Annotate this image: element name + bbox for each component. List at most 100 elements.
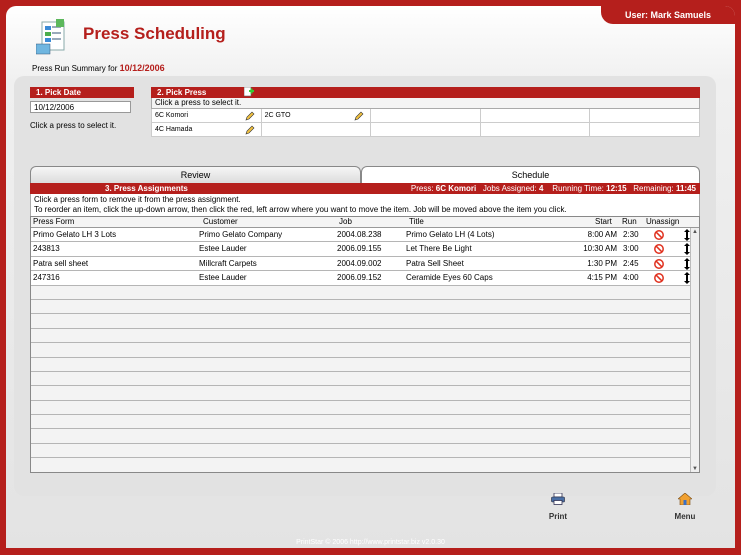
empty-table-row[interactable]: [31, 415, 699, 430]
cell-job: 2006.09.155: [337, 244, 382, 254]
empty-table-row[interactable]: [31, 299, 699, 315]
footer-copyright: PrintStar © 2006 http://www.printstar.bi…: [296, 539, 445, 546]
date-input[interactable]: [30, 101, 131, 113]
cell-start: 1:30 PM: [587, 258, 617, 268]
col-job[interactable]: Job: [339, 217, 352, 227]
cell-start: 4:15 PM: [587, 273, 617, 283]
cell-run: 2:30: [623, 230, 639, 239]
printer-icon: [551, 493, 565, 505]
print-button[interactable]: Print: [543, 493, 573, 521]
table-header: Press Form Customer Job Title Start Run …: [31, 217, 699, 228]
cell-press-form: 243813: [33, 244, 60, 254]
press-cell-6c-komori[interactable]: 6C Komori: [152, 109, 262, 123]
press-name: 2C GTO: [264, 112, 291, 119]
assignments-stats: Press: 6C Komori Jobs Assigned: 4 Runnin…: [411, 183, 696, 194]
cell-job: 2004.09.002: [337, 258, 382, 268]
empty-table-row[interactable]: [31, 429, 699, 444]
cell-press-form: Patra sell sheet: [33, 258, 89, 268]
empty-table-row[interactable]: [31, 328, 699, 344]
press-cell-empty: [480, 109, 591, 123]
summary-label: Press Run Summary for: [32, 64, 118, 73]
col-title[interactable]: Title: [409, 217, 424, 227]
view-tabs: Review Schedule: [30, 166, 700, 183]
press-cell-empty: [371, 123, 481, 137]
cell-job: 2006.09.152: [337, 273, 382, 283]
empty-rows: [31, 285, 699, 472]
pick-press-section: 2. Pick Press Click a press to select it…: [151, 87, 700, 137]
cell-job: 2004.08.238: [337, 230, 382, 239]
running-stat-label: Running Time:: [552, 184, 604, 193]
pick-press-heading: 2. Pick Press: [151, 87, 700, 98]
user-label: User: Mark Samuels: [601, 6, 735, 24]
summary-date: 10/12/2006: [119, 63, 165, 73]
cell-press-form: 247316: [33, 273, 60, 283]
cell-title: Ceramide Eyes 60 Caps: [406, 273, 493, 283]
cell-customer: Estee Lauder: [199, 244, 247, 254]
cell-customer: Millcraft Carpets: [199, 258, 257, 268]
press-cell-2c-gto[interactable]: 2C GTO: [261, 109, 372, 123]
scroll-up-icon[interactable]: ▲: [691, 228, 699, 236]
table-row[interactable]: Patra sell sheet Millcraft Carpets 2004.…: [31, 257, 699, 272]
assignments-heading: 3. Press Assignments: [105, 184, 188, 193]
press-name: 4C Hamada: [155, 126, 193, 133]
cell-customer: Primo Gelato Company: [199, 230, 283, 239]
col-customer[interactable]: Customer: [203, 217, 238, 227]
table-scrollbar[interactable]: ▲ ▼: [690, 228, 699, 472]
empty-table-row[interactable]: [31, 458, 699, 472]
jobs-stat-label: Jobs Assigned:: [482, 184, 537, 193]
jobs-stat-value: 4: [538, 184, 544, 193]
col-unassign: Unassign: [646, 217, 680, 226]
app-logo-icon: [36, 19, 65, 55]
col-press-form[interactable]: Press Form: [33, 217, 74, 227]
cell-customer: Estee Lauder: [199, 273, 247, 283]
empty-table-row[interactable]: [31, 371, 699, 387]
run-summary: Press Run Summary for 10/12/2006: [32, 63, 165, 73]
empty-table-row[interactable]: [31, 285, 699, 300]
cell-run: 3:00: [623, 244, 639, 254]
remaining-stat-label: Remaining:: [633, 184, 674, 193]
tab-review[interactable]: Review: [30, 166, 361, 183]
instruction-line: Click a press form to remove it from the…: [34, 195, 241, 204]
cell-run: 4:00: [623, 273, 639, 283]
cell-title: Let There Be Light: [406, 244, 472, 254]
cell-run: 2:45: [623, 258, 639, 268]
cell-start: 8:00 AM: [587, 230, 617, 239]
scroll-down-icon[interactable]: ▼: [691, 465, 699, 472]
pick-date-hint: Click a press to select it.: [30, 121, 117, 130]
add-press-icon[interactable]: [244, 87, 254, 97]
empty-table-row[interactable]: [31, 343, 699, 358]
press-cell-empty: [480, 123, 591, 137]
empty-table-row[interactable]: [31, 357, 699, 372]
unassign-icon[interactable]: [654, 273, 664, 284]
pick-press-hint: Click a press to select it.: [151, 98, 700, 109]
print-label: Print: [548, 512, 568, 521]
press-cell-empty: [371, 109, 481, 123]
empty-table-row[interactable]: [31, 400, 699, 416]
press-cell-empty: [590, 123, 700, 137]
empty-table-row[interactable]: [31, 314, 699, 329]
empty-table-row[interactable]: [31, 386, 699, 401]
press-grid: 6C Komori 2C GTO 4C Hamada: [151, 109, 700, 137]
tab-schedule[interactable]: Schedule: [361, 166, 700, 183]
table-row[interactable]: Primo Gelato LH 3 Lots Primo Gelato Comp…: [31, 228, 699, 243]
unassign-icon[interactable]: [654, 244, 664, 255]
home-icon: [678, 493, 692, 505]
instruction-line: To reorder an item, click the up-down ar…: [34, 205, 567, 214]
empty-table-row[interactable]: [31, 443, 699, 459]
menu-label: Menu: [674, 512, 696, 521]
press-assignments-section: 3. Press Assignments Press: 6C Komori Jo…: [30, 183, 700, 473]
edit-pencil-icon[interactable]: [245, 125, 255, 135]
page-title: Press Scheduling: [83, 24, 226, 43]
col-start[interactable]: Start: [595, 217, 612, 227]
unassign-icon[interactable]: [654, 230, 664, 240]
press-stat-label: Press:: [410, 184, 434, 193]
col-run[interactable]: Run: [622, 217, 637, 227]
edit-pencil-icon[interactable]: [245, 111, 255, 121]
menu-button[interactable]: Menu: [670, 493, 700, 521]
table-row[interactable]: 247316 Estee Lauder 2006.09.152 Ceramide…: [31, 271, 699, 286]
unassign-icon[interactable]: [654, 258, 664, 269]
edit-pencil-icon[interactable]: [354, 111, 364, 121]
press-cell-4c-hamada[interactable]: 4C Hamada: [152, 123, 262, 137]
assignments-heading-bar: 3. Press Assignments Press: 6C Komori Jo…: [30, 183, 700, 194]
table-row[interactable]: 243813 Estee Lauder 2006.09.155 Let Ther…: [31, 242, 699, 257]
